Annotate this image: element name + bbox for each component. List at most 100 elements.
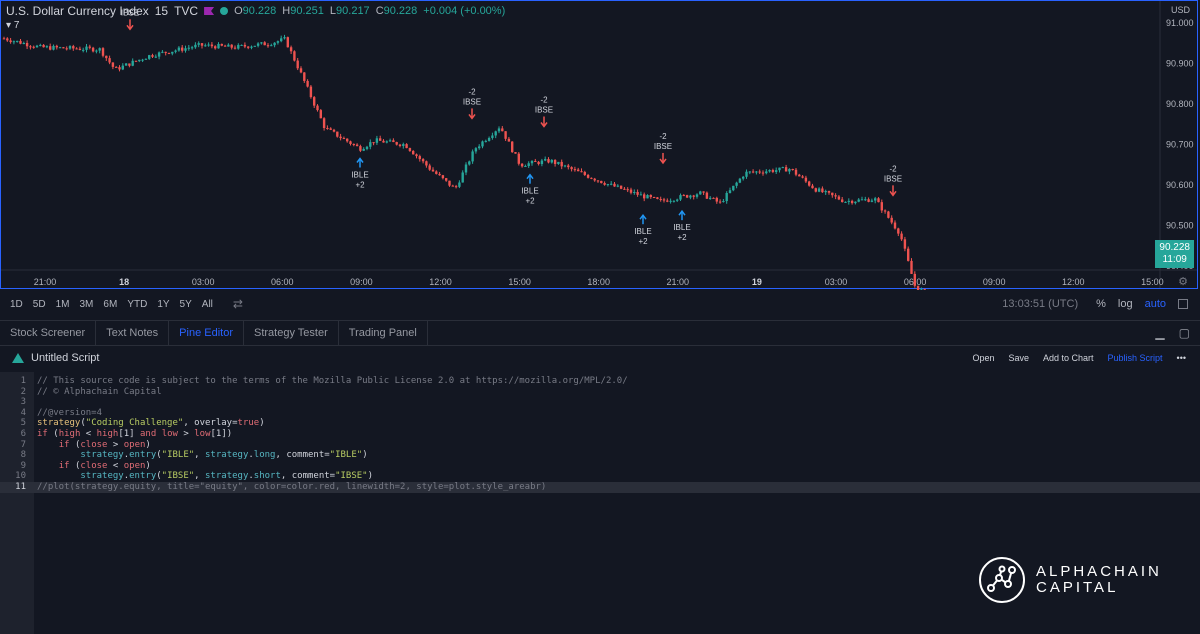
signal-qty: +2 <box>525 197 535 206</box>
candle-body <box>765 171 768 174</box>
candle-body <box>735 182 738 186</box>
expand-icon[interactable] <box>1178 299 1188 309</box>
time-tick-label: 03:00 <box>192 277 215 287</box>
open-button[interactable]: Open <box>972 353 994 363</box>
chart-settings-gear-icon[interactable]: ⚙ <box>1178 275 1188 288</box>
auto-toggle[interactable]: auto <box>1145 298 1166 310</box>
candle-body <box>494 131 497 136</box>
symbol-name[interactable]: U.S. Dollar Currency Index <box>6 4 149 18</box>
line-number: 3 <box>20 397 26 408</box>
candle-body <box>586 174 590 178</box>
candle-body <box>623 188 626 190</box>
code-text: //@version=4 <box>37 407 103 418</box>
candle-body <box>728 190 732 193</box>
bar-countdown: 11:09 <box>1162 254 1187 265</box>
clock-time[interactable]: 13:03:51 (UTC) <box>1002 298 1078 310</box>
percent-toggle[interactable]: % <box>1096 298 1106 310</box>
candle-body <box>893 222 897 229</box>
code-line[interactable]: 7 if (close > open) <box>0 440 1200 451</box>
candle-body <box>903 239 907 249</box>
range-1d[interactable]: 1D <box>10 299 23 310</box>
tab-stock-screener[interactable]: Stock Screener <box>0 321 97 345</box>
candle-body <box>45 46 49 48</box>
price-chart[interactable]: 91.00090.90090.80090.70090.60090.50090.4… <box>0 0 1200 290</box>
candle-body <box>190 47 194 49</box>
minimize-icon[interactable]: ▁ <box>1155 326 1164 340</box>
range-5d[interactable]: 5D <box>33 299 46 310</box>
candle-body <box>230 44 233 48</box>
code-line[interactable]: 2 // © Alphachain Capital <box>0 387 1200 398</box>
candle-body <box>847 200 850 202</box>
candle-body <box>65 48 68 50</box>
log-toggle[interactable]: log <box>1118 298 1133 310</box>
line-number: 7 <box>20 439 26 450</box>
candle-body <box>725 192 728 202</box>
time-tick-label: 21:00 <box>667 277 690 287</box>
code-line[interactable]: 5 strategy("Coding Challenge", overlay=tr… <box>0 418 1200 429</box>
candle-body <box>748 171 751 173</box>
candle-body <box>583 172 586 175</box>
more-icon[interactable]: ••• <box>1177 353 1186 363</box>
publish-script-button[interactable]: Publish Script <box>1108 353 1163 363</box>
candle-body <box>649 195 652 198</box>
script-title[interactable]: Untitled Script <box>31 352 99 364</box>
tab-trading-panel[interactable]: Trading Panel <box>339 321 428 345</box>
code-text: if (close > open) <box>58 439 151 450</box>
candle-body <box>138 59 141 62</box>
interval-label[interactable]: 15 <box>155 4 168 18</box>
candle-body <box>105 55 108 59</box>
code-line[interactable]: 1 // This source code is subject to the t… <box>0 376 1200 387</box>
line-number: 9 <box>20 460 26 471</box>
range-ytd[interactable]: YTD <box>127 299 147 310</box>
candle-body <box>101 48 105 56</box>
code-line[interactable]: 3 <box>0 397 1200 408</box>
candle-body <box>580 171 583 173</box>
save-button[interactable]: Save <box>1008 353 1029 363</box>
candle-body <box>636 191 639 195</box>
high-value: 90.251 <box>290 5 324 17</box>
range-all[interactable]: All <box>202 299 213 310</box>
range-6m[interactable]: 6M <box>103 299 117 310</box>
candle-body <box>283 37 286 39</box>
code-line[interactable]: 6 if (high < high[1] and low > low[1]) <box>0 429 1200 440</box>
range-3m[interactable]: 3M <box>80 299 94 310</box>
candle-body <box>520 163 524 167</box>
candle-body <box>260 42 263 44</box>
candle-body <box>372 142 375 144</box>
indicators-toggle[interactable]: ▾ 7 <box>6 20 19 31</box>
candle-body <box>464 164 468 173</box>
candle-body <box>550 159 553 163</box>
candle-body <box>52 45 55 50</box>
add-to-chart-button[interactable]: Add to Chart <box>1043 353 1094 363</box>
candle-body <box>121 65 124 70</box>
candle-body <box>880 202 883 211</box>
watermark-line2: CAPITAL <box>1036 579 1119 596</box>
candle-body <box>900 233 903 240</box>
candle-body <box>547 159 550 163</box>
code-line[interactable]: 11 //plot(strategy.equity, title="equity"… <box>0 482 1200 493</box>
price-tick-label: 90.600 <box>1166 180 1194 190</box>
code-line[interactable]: 8 strategy.entry("IBLE", strategy.long, … <box>0 450 1200 461</box>
candle-body <box>560 161 563 167</box>
tab-pine-editor[interactable]: Pine Editor <box>169 321 244 345</box>
code-line[interactable]: 9 if (close < open) <box>0 461 1200 472</box>
candle-body <box>877 198 880 203</box>
code-line[interactable]: 10 strategy.entry("IBSE", strategy.short… <box>0 471 1200 482</box>
tab-strategy-tester[interactable]: Strategy Tester <box>244 321 339 345</box>
maximize-icon[interactable]: ▢ <box>1179 326 1190 340</box>
date-range-icon[interactable]: ⇄ <box>233 297 243 311</box>
code-line[interactable]: 4 //@version=4 <box>0 408 1200 419</box>
range-1y[interactable]: 1Y <box>157 299 169 310</box>
range-1m[interactable]: 1M <box>56 299 70 310</box>
candle-body <box>738 178 742 183</box>
candle-body <box>164 51 167 53</box>
tab-text-notes[interactable]: Text Notes <box>96 321 170 345</box>
flag-icon[interactable] <box>204 7 215 15</box>
candle-body <box>405 144 408 149</box>
candle-body <box>448 180 451 186</box>
candle-body <box>824 191 827 193</box>
candle-body <box>527 163 530 167</box>
candle-body <box>346 138 349 142</box>
candle-body <box>857 199 860 202</box>
range-5y[interactable]: 5Y <box>180 299 192 310</box>
